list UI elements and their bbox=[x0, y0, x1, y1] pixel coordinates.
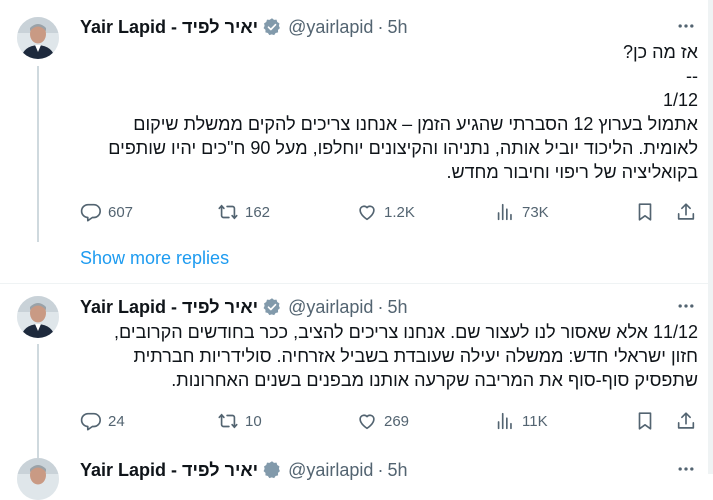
tweet-line: חזון ישראלי חדש: ממשלה יעילה שעובדת בשבי… bbox=[133, 346, 698, 366]
views-button[interactable]: 11K bbox=[494, 409, 548, 433]
retweet-icon bbox=[218, 204, 238, 220]
author-handle[interactable]: @yairlapid bbox=[288, 297, 373, 318]
avatar[interactable] bbox=[17, 296, 59, 338]
separator: · bbox=[377, 459, 384, 480]
bookmark-icon bbox=[638, 412, 652, 430]
reply-button[interactable]: 607 bbox=[80, 200, 133, 224]
view-count: 73K bbox=[522, 203, 549, 221]
reply-icon bbox=[80, 412, 101, 431]
retweet-button[interactable]: 162 bbox=[217, 200, 270, 224]
tweet-header: יאיר לפיד - Yair Lapid @yairlapid · 5h bbox=[80, 16, 407, 38]
author-handle[interactable]: @yairlapid bbox=[288, 460, 373, 481]
share-icon bbox=[677, 203, 695, 220]
separator: · bbox=[377, 296, 384, 317]
tweet-text: אז מה כן? -- 1/12 אתמול בערוץ 12 הסברתי … bbox=[80, 40, 698, 184]
retweet-count: 10 bbox=[245, 412, 262, 430]
author-name[interactable]: יאיר לפיד - Yair Lapid bbox=[80, 460, 258, 481]
show-more-replies-link[interactable]: Show more replies bbox=[80, 248, 229, 269]
bookmark-icon bbox=[638, 203, 652, 221]
author-handle[interactable]: @yairlapid bbox=[288, 17, 373, 38]
reply-count: 24 bbox=[108, 412, 125, 430]
column-border bbox=[708, 0, 713, 474]
like-icon bbox=[359, 414, 375, 430]
tweet-line: שתפסיק סוף-סוף את המריבה שקרעה אותנו מבפ… bbox=[171, 370, 698, 390]
verified-icon bbox=[262, 460, 282, 480]
views-button[interactable]: 73K bbox=[494, 200, 549, 224]
views-icon bbox=[497, 203, 512, 221]
avatar[interactable] bbox=[17, 458, 59, 500]
divider bbox=[0, 283, 708, 284]
author-name[interactable]: יאיר לפיד - Yair Lapid bbox=[80, 297, 258, 318]
tweet-line: אתמול בערוץ 12 הסברתי שהגיע הזמן – אנחנו… bbox=[133, 114, 698, 134]
tweet-line: -- bbox=[686, 66, 698, 86]
views-icon bbox=[497, 412, 512, 430]
like-button[interactable]: 269 bbox=[356, 409, 409, 433]
tweet-line: 11/12 אלא שאסור לנו לעצור שם. אנחנו צריכ… bbox=[114, 322, 698, 342]
tweet-actions: 607 162 1.2K 73K bbox=[80, 200, 700, 224]
tweet-line: 1/12 bbox=[662, 90, 698, 110]
share-button[interactable] bbox=[675, 409, 697, 433]
tweet-header: יאיר לפיד - Yair Lapid @yairlapid · 5h bbox=[80, 459, 407, 481]
like-count: 269 bbox=[384, 412, 410, 430]
reply-count: 607 bbox=[108, 203, 134, 221]
tweet-header: יאיר לפיד - Yair Lapid @yairlapid · 5h bbox=[80, 296, 407, 318]
retweet-count: 162 bbox=[245, 203, 271, 221]
timestamp[interactable]: 5h bbox=[387, 460, 407, 481]
share-icon bbox=[677, 412, 695, 429]
tweet-line: אז מה כן? bbox=[622, 42, 698, 62]
retweet-button[interactable]: 10 bbox=[217, 409, 262, 433]
bookmark-button[interactable] bbox=[634, 409, 656, 433]
timestamp[interactable]: 5h bbox=[387, 17, 407, 38]
tweet-line: בקואליציה של ריפוי וחיבור מחדש. bbox=[446, 162, 698, 182]
author-name[interactable]: יאיר לפיד - Yair Lapid bbox=[80, 17, 258, 38]
tweet-actions: 24 10 269 11K bbox=[80, 409, 700, 433]
verified-icon bbox=[262, 17, 282, 37]
bookmark-button[interactable] bbox=[634, 200, 656, 224]
tweet-line: לאומית. הליכוד יוביל אותה, נתניהו והקיצו… bbox=[108, 138, 698, 158]
like-icon bbox=[359, 205, 375, 221]
separator: · bbox=[377, 16, 384, 37]
more-icon[interactable] bbox=[674, 457, 698, 481]
thread-line bbox=[37, 66, 39, 242]
avatar[interactable] bbox=[17, 17, 59, 59]
share-button[interactable] bbox=[675, 200, 697, 224]
timestamp[interactable]: 5h bbox=[387, 297, 407, 318]
view-count: 11K bbox=[522, 412, 548, 430]
reply-button[interactable]: 24 bbox=[80, 409, 125, 433]
thread-line bbox=[37, 344, 39, 474]
more-icon[interactable] bbox=[674, 294, 698, 318]
verified-icon bbox=[262, 297, 282, 317]
tweet-text: 11/12 אלא שאסור לנו לעצור שם. אנחנו צריכ… bbox=[80, 320, 698, 392]
reply-icon bbox=[80, 203, 101, 222]
retweet-icon bbox=[218, 413, 238, 429]
more-icon[interactable] bbox=[674, 14, 698, 38]
like-count: 1.2K bbox=[384, 203, 415, 221]
like-button[interactable]: 1.2K bbox=[356, 200, 415, 224]
